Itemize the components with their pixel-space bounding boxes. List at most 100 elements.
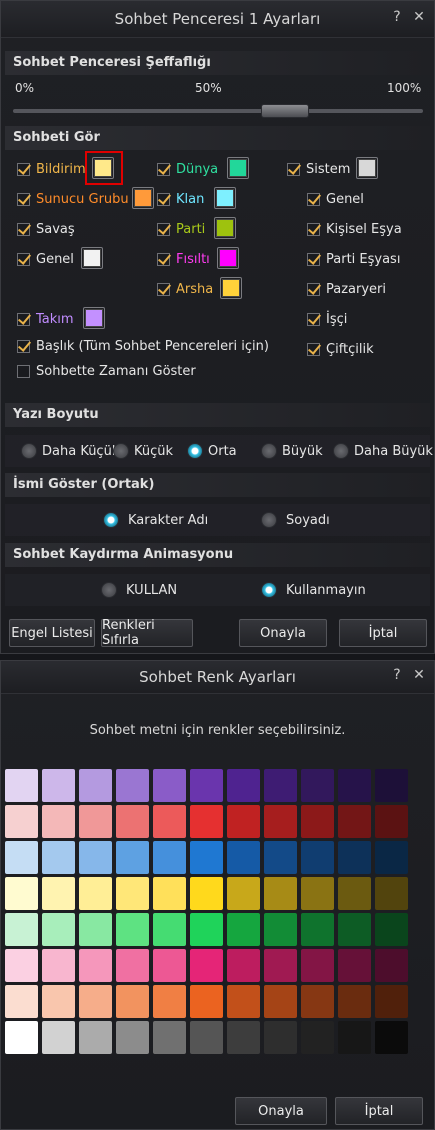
palette-color-cell[interactable] [42,1021,75,1054]
palette-color-cell[interactable] [190,985,223,1018]
palette-color-cell[interactable] [190,805,223,838]
palette-color-cell[interactable] [338,985,371,1018]
color-swatch-dunya[interactable] [227,157,249,179]
radio-button[interactable] [187,443,203,459]
palette-color-cell[interactable] [375,769,408,802]
palette-color-cell[interactable] [227,769,260,802]
palette-color-cell[interactable] [264,877,297,910]
color-swatch-parti[interactable] [214,217,236,239]
palette-color-cell[interactable] [79,841,112,874]
chk-baslik[interactable]: Başlık (Tüm Sohbet Pencereleri için) [17,336,269,356]
checkbox-kisisel-esya[interactable] [307,222,320,236]
palette-color-cell[interactable] [190,769,223,802]
palette-color-cell[interactable] [79,877,112,910]
chk-takim[interactable]: Takım [17,309,74,329]
palette-color-cell[interactable] [227,877,260,910]
palette-color-cell[interactable] [190,913,223,946]
palette-color-cell[interactable] [301,841,334,874]
chk-dunya[interactable]: Dünya [157,159,218,179]
palette-color-cell[interactable] [116,985,149,1018]
checkbox-bildirim[interactable] [17,162,30,176]
palette-color-cell[interactable] [42,985,75,1018]
palette-color-cell[interactable] [264,805,297,838]
radio-kullanmayin[interactable]: Kullanmayın [261,582,366,598]
palette-color-cell[interactable] [227,805,260,838]
palette-color-cell[interactable] [338,769,371,802]
palette-color-cell[interactable] [264,769,297,802]
palette-color-cell[interactable] [79,805,112,838]
radio-karakter-adi[interactable]: Karakter Adı [103,512,208,528]
palette-color-cell[interactable] [338,913,371,946]
chk-savas[interactable]: Savaş [17,219,75,239]
palette-color-cell[interactable] [79,1021,112,1054]
checkbox-savas[interactable] [17,222,30,236]
palette-color-cell[interactable] [42,877,75,910]
palette-color-cell[interactable] [5,877,38,910]
palette-color-cell[interactable] [375,949,408,982]
chk-arsha[interactable]: Arsha [157,279,213,299]
palette-color-cell[interactable] [264,949,297,982]
checkbox-takim[interactable] [17,312,30,326]
chk-pazaryeri[interactable]: Pazaryeri [307,279,386,299]
radio-font-buyuk[interactable]: Büyük [261,443,323,459]
palette-color-cell[interactable] [116,805,149,838]
radio-font-daha-kucuk[interactable]: Daha Küçük [21,443,119,459]
palette-color-cell[interactable] [338,841,371,874]
palette-color-cell[interactable] [153,913,186,946]
radio-soyadi[interactable]: Soyadı [261,512,330,528]
palette-color-cell[interactable] [301,949,334,982]
confirm-button[interactable]: Onayla [239,619,327,647]
palette-color-cell[interactable] [153,1021,186,1054]
palette-color-cell[interactable] [264,913,297,946]
palette-color-cell[interactable] [264,841,297,874]
palette-color-cell[interactable] [79,949,112,982]
checkbox-dunya[interactable] [157,162,170,176]
radio-font-orta[interactable]: Orta [187,443,237,459]
palette-color-cell[interactable] [116,949,149,982]
palette-color-cell[interactable] [264,985,297,1018]
radio-button[interactable] [113,443,129,459]
palette-color-cell[interactable] [301,769,334,802]
palette-color-cell[interactable] [338,1021,371,1054]
radio-button[interactable] [333,443,349,459]
checkbox-parti[interactable] [157,222,170,236]
palette-color-cell[interactable] [42,913,75,946]
palette-color-cell[interactable] [79,985,112,1018]
color-swatch-arsha[interactable] [220,277,242,299]
transparency-slider-thumb[interactable] [260,104,309,118]
chk-sistem-genel[interactable]: Genel [307,189,364,209]
palette-color-cell[interactable] [116,841,149,874]
palette-color-cell[interactable] [5,805,38,838]
palette-color-cell[interactable] [79,913,112,946]
palette-color-cell[interactable] [42,841,75,874]
close-icon[interactable]: ✕ [412,9,426,25]
chk-zaman[interactable]: Sohbette Zamanı Göster [17,361,196,381]
color-cancel-button[interactable]: İptal [335,1097,423,1125]
palette-color-cell[interactable] [153,985,186,1018]
radio-font-kucuk[interactable]: Küçük [113,443,173,459]
palette-color-cell[interactable] [227,1021,260,1054]
palette-color-cell[interactable] [227,913,260,946]
palette-color-cell[interactable] [301,913,334,946]
radio-button[interactable] [103,512,119,528]
palette-color-cell[interactable] [153,949,186,982]
checkbox-fisilti[interactable] [157,252,170,266]
help-icon[interactable]: ? [390,667,404,683]
chk-fisilti[interactable]: Fısıltı [157,249,210,269]
chk-klan[interactable]: Klan [157,189,204,209]
chk-sistem[interactable]: Sistem [287,159,350,179]
color-swatch-sistem[interactable] [356,157,378,179]
color-swatch-fisilti[interactable] [217,247,239,269]
chk-parti-esyasi[interactable]: Parti Eşyası [307,249,400,269]
block-list-button[interactable]: Engel Listesi [9,619,95,647]
palette-color-cell[interactable] [153,769,186,802]
palette-color-cell[interactable] [153,841,186,874]
radio-button[interactable] [21,443,37,459]
palette-color-cell[interactable] [301,805,334,838]
palette-color-cell[interactable] [375,877,408,910]
chk-kisisel-esya[interactable]: Kişisel Eşya [307,219,402,239]
checkbox-arsha[interactable] [157,282,170,296]
palette-color-cell[interactable] [5,985,38,1018]
chk-genel[interactable]: Genel [17,249,74,269]
palette-color-cell[interactable] [227,985,260,1018]
